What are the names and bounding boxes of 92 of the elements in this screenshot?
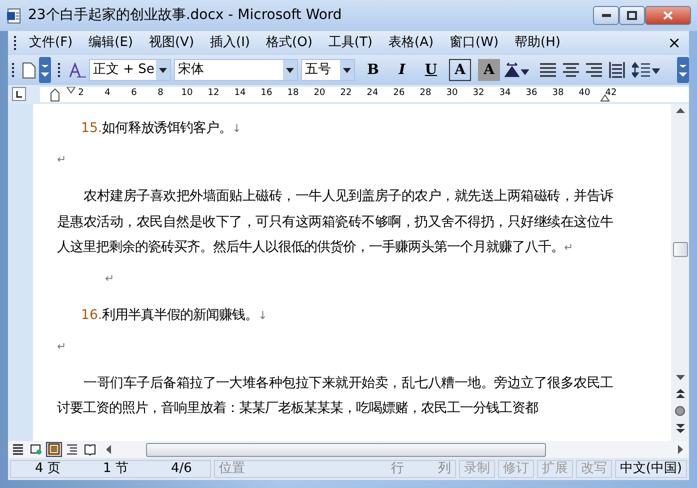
indent-marker-icon[interactable] <box>50 87 60 102</box>
caret-icon <box>286 68 294 72</box>
caret-icon <box>343 68 351 72</box>
menu-item[interactable]: 视图(V) <box>140 33 202 53</box>
ruler-number: 4 <box>104 87 110 100</box>
scroll-left-icon[interactable] <box>106 445 111 454</box>
close-icon <box>663 11 673 20</box>
align-right-icon[interactable] <box>586 63 602 77</box>
ruler-number: 36 <box>526 87 538 100</box>
next-page-icon[interactable] <box>676 424 684 433</box>
ruler-number: 34 <box>499 87 511 100</box>
right-indent-icon[interactable] <box>600 94 610 102</box>
ruler-number: 26 <box>393 87 405 100</box>
paragraph-text: 一哥们车子后备箱拉了一大堆各种包拉下来就开始卖，乱七八糟一地。旁边立了很多农民工讨要工资的照片，音响里放着：某某厂老板某某某，吃喝嫖赌，农民工一分钱工资都 <box>57 374 613 418</box>
heading-text: 15.如何释放诱饵钓客户。↓ <box>80 120 242 138</box>
ruler-number: 14 <box>234 87 246 100</box>
ruler-number: 42 <box>605 87 617 100</box>
menu-item[interactable]: 编辑(E) <box>80 33 141 53</box>
maximize-icon <box>627 11 637 20</box>
font-size-dropdown[interactable]: 五号 <box>301 59 355 81</box>
maximize-button[interactable] <box>619 6 645 25</box>
reading-view-icon[interactable] <box>82 442 98 457</box>
status-label: 位置 <box>218 460 245 478</box>
menu-item[interactable]: 格式(O) <box>258 33 320 53</box>
ruler-number: 18 <box>287 87 299 100</box>
browse-object-icon[interactable] <box>675 406 685 416</box>
minimize-icon <box>602 14 610 17</box>
ruler-number: 40 <box>578 87 590 100</box>
underline-button[interactable]: U <box>420 59 442 81</box>
ruler-number: 16 <box>260 87 272 100</box>
distributed-align-icon[interactable] <box>609 62 625 78</box>
paragraph-text: 农村建房子喜欢把外墙面贴上磁砖，一牛人见到盖房子的农户，就先送上两箱磁砖，并告诉是惠农活动，农民自然是收下了，可只有这两箱瓷砖不够啊，扔又舍不得扔，只好继续在这位牛人这里把剩余的瓷砖买齐。然后牛人以很低的供货价，一手赚两头第一个月就赚了八千。↵ <box>57 188 613 257</box>
ruler-number: 20 <box>314 87 326 100</box>
text-scaling-icon[interactable] <box>503 62 529 78</box>
print-layout-icon[interactable] <box>46 442 62 457</box>
status-text: 4/6 <box>170 460 192 478</box>
ruler-number: 38 <box>552 87 564 100</box>
ruler-number: 22 <box>340 87 352 100</box>
menu-item[interactable]: 帮助(H) <box>506 33 568 53</box>
horizontal-scrollbar-thumb[interactable] <box>146 442 546 456</box>
scroll-up-icon[interactable] <box>676 108 684 114</box>
document-icon <box>6 8 22 24</box>
ruler-number: 2 <box>78 87 84 100</box>
status-label: 列 <box>438 460 451 478</box>
heading-text: 16.利用半真半假的新闻赚钱。↓ <box>80 306 268 324</box>
character-shading-button[interactable]: A <box>478 59 500 81</box>
styles-icon[interactable] <box>68 62 86 78</box>
align-justify-icon[interactable] <box>540 63 556 77</box>
ruler-number: 30 <box>446 87 458 100</box>
menu-item[interactable]: 工具(T) <box>320 33 380 53</box>
bold-button[interactable]: B <box>362 59 384 81</box>
scrollbar-thumb[interactable] <box>672 242 688 257</box>
line-spacing-icon[interactable] <box>632 62 660 78</box>
tab-stop-icon[interactable] <box>12 87 26 102</box>
scroll-down-icon[interactable] <box>676 375 684 381</box>
italic-button[interactable]: I <box>391 59 413 81</box>
status-text: 1 节 <box>102 460 128 478</box>
paragraph-mark: ↵ <box>57 340 66 352</box>
scroll-right-icon[interactable] <box>678 445 683 454</box>
ruler-number: 10 <box>181 87 193 100</box>
ruler-number: 32 <box>472 87 484 100</box>
previous-page-icon[interactable] <box>676 389 684 398</box>
outline-view-icon[interactable] <box>64 442 80 457</box>
align-center-icon[interactable] <box>563 63 579 77</box>
minimize-button[interactable] <box>593 6 619 25</box>
close-document-button[interactable]: × <box>668 31 681 55</box>
toolbar-options-icon[interactable] <box>677 57 689 83</box>
ruler-number: 6 <box>131 87 137 100</box>
menu-item[interactable]: 窗口(W) <box>442 33 507 53</box>
paragraph-mark: ↵ <box>57 153 66 166</box>
ruler-number: 28 <box>420 87 432 100</box>
web-layout-icon[interactable] <box>28 442 44 457</box>
menu-item[interactable]: 文件(F) <box>21 33 81 53</box>
menu-item[interactable]: 表格(A) <box>380 33 442 53</box>
language-indicator[interactable]: 中文(中国) <box>614 460 687 478</box>
menu-item[interactable]: 插入(I) <box>202 33 258 53</box>
toolbar-options-icon[interactable] <box>39 57 51 83</box>
character-border-button[interactable]: A <box>449 59 471 81</box>
font-dropdown[interactable]: 宋体 <box>174 59 298 81</box>
close-button[interactable] <box>645 6 691 25</box>
status-label: 行 <box>390 460 404 478</box>
style-dropdown[interactable]: 正文 + Se <box>89 59 171 81</box>
new-document-icon[interactable] <box>22 62 36 78</box>
ruler-number: 8 <box>158 87 164 100</box>
caret-icon <box>159 68 167 72</box>
ruler-number: 24 <box>366 87 378 100</box>
ruler-number: 12 <box>208 87 220 100</box>
status-text: 4 页 <box>35 460 60 478</box>
window-title: 23个白手起家的创业故事.docx - Microsoft Word <box>28 6 343 25</box>
normal-view-icon[interactable] <box>10 442 26 457</box>
first-line-indent-icon[interactable] <box>66 87 76 94</box>
paragraph-mark: ↵ <box>105 272 114 284</box>
